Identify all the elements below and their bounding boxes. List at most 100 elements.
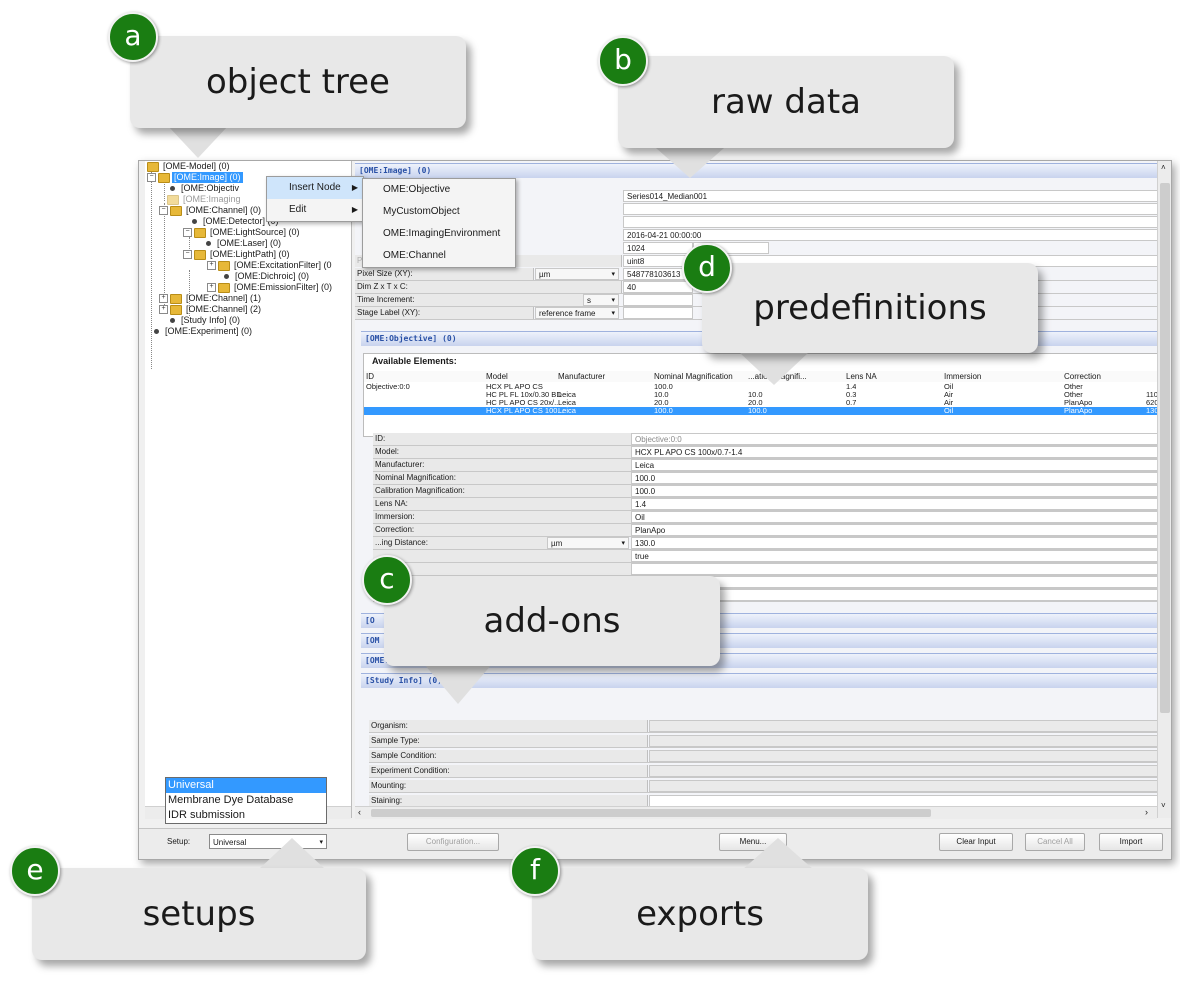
- leaf-bullet-icon: [224, 274, 229, 280]
- tree-node-objective[interactable]: [OME:Objectiv: [167, 183, 241, 194]
- submenu-item-objective[interactable]: OME:Objective: [363, 179, 515, 201]
- callout-pointer: [168, 126, 228, 158]
- tree-node-ome-model[interactable]: [OME-Model] (0): [147, 161, 232, 172]
- tree-node-laser[interactable]: [OME:Laser] (0): [203, 238, 283, 249]
- expand-icon[interactable]: +: [159, 294, 168, 304]
- object-tree[interactable]: [OME-Model] (0) − [OME:Image] (0) [OME:Ob…: [145, 161, 352, 818]
- tree-node-emissionfilter[interactable]: + [OME:EmissionFilter] (0): [207, 282, 334, 293]
- callout-object-tree: object tree: [130, 36, 466, 128]
- field-value-correction[interactable]: PlanApo: [631, 524, 1165, 536]
- cell-manufacturer: Leica: [558, 391, 576, 399]
- scroll-down-icon[interactable]: ˅: [1161, 801, 1166, 810]
- image-section-header[interactable]: [OME:Image] (0): [355, 163, 1169, 178]
- cell-model: HCX PL APO CS 100...: [486, 407, 564, 415]
- col-header-immersion[interactable]: Immersion: [942, 371, 1063, 382]
- study-field-value[interactable]: [649, 735, 1165, 747]
- submenu-item-custom-object[interactable]: MyCustomObject: [363, 201, 515, 223]
- study-field-value[interactable]: [649, 720, 1165, 732]
- cancel-all-button[interactable]: Cancel All: [1025, 833, 1085, 851]
- tree-node-dichroic[interactable]: [OME:Dichroic] (0): [221, 271, 311, 282]
- study-field-value[interactable]: [649, 750, 1165, 762]
- scroll-right-icon[interactable]: ›: [1145, 807, 1148, 817]
- cell-nominal: 100.0: [654, 407, 673, 415]
- cell-id: Objective:0:0: [366, 383, 410, 391]
- working-distance-unit-select[interactable]: µm ▾: [547, 537, 629, 549]
- chevron-down-icon: ▾: [611, 271, 615, 278]
- scroll-left-icon[interactable]: ‹: [358, 807, 361, 817]
- field-value-lens-na[interactable]: 1.4: [631, 498, 1165, 510]
- setup-option-idr-submission[interactable]: IDR submission: [166, 808, 326, 823]
- col-header-model[interactable]: Model: [484, 371, 557, 382]
- setup-option-membrane-dye-database[interactable]: Membrane Dye Database: [166, 793, 326, 808]
- time-increment-unit-select[interactable]: s ▾: [583, 294, 619, 306]
- field-row: Nominal Magnification: 100.0: [373, 472, 1165, 485]
- tree-node-imaging[interactable]: [OME:Imaging: [167, 194, 243, 205]
- image-dim-value[interactable]: 1024: [623, 242, 693, 254]
- pixel-size-unit-select[interactable]: µm ▾: [535, 268, 619, 280]
- scrollbar-thumb[interactable]: [1160, 183, 1170, 713]
- collapse-icon[interactable]: −: [183, 250, 192, 260]
- tree-node-lightsource[interactable]: − [OME:LightSource] (0): [183, 227, 302, 238]
- scroll-up-icon[interactable]: ˄: [1161, 163, 1166, 172]
- tree-node-channel-2[interactable]: + [OME:Channel] (2): [159, 304, 263, 315]
- table-row[interactable]: HC PL FL 10x/0.30 BD Leica 10.0 10.0 0.3…: [364, 391, 1170, 399]
- table-row-selected[interactable]: HCX PL APO CS 100... Leica 100.0 100.0 O…: [364, 407, 1170, 415]
- image-name-value[interactable]: Series014_Median001: [623, 190, 1163, 202]
- field-value-empty[interactable]: [631, 563, 1165, 575]
- dim-zct-value[interactable]: 40: [623, 281, 693, 293]
- import-button[interactable]: Import: [1099, 833, 1163, 851]
- setup-option-universal[interactable]: Universal: [166, 778, 326, 793]
- study-field-value[interactable]: [649, 765, 1165, 777]
- stage-label-unit-select[interactable]: reference frame ▾: [535, 307, 619, 319]
- col-header-lens-na[interactable]: Lens NA: [844, 371, 943, 382]
- leaf-bullet-icon: [192, 219, 197, 225]
- field-value-manufacturer[interactable]: Leica: [631, 459, 1165, 471]
- image-empty-value[interactable]: [623, 203, 1163, 215]
- menu-item-edit[interactable]: Edit ▶: [267, 199, 363, 221]
- tree-node-excitationfilter[interactable]: + [OME:ExcitationFilter] (0: [207, 260, 334, 271]
- expand-icon[interactable]: +: [207, 261, 216, 271]
- submenu-item-channel[interactable]: OME:Channel: [363, 245, 515, 267]
- tree-node-channel-0[interactable]: − [OME:Channel] (0): [159, 205, 263, 216]
- collapse-icon[interactable]: −: [183, 228, 192, 238]
- tree-node-lightpath[interactable]: − [OME:LightPath] (0): [183, 249, 292, 260]
- col-header-id[interactable]: ID: [364, 371, 485, 382]
- configuration-button[interactable]: Configuration...: [407, 833, 499, 851]
- field-value-working-distance[interactable]: 130.0: [631, 537, 1165, 549]
- field-value-model[interactable]: HCX PL APO CS 100x/0.7-1.4: [631, 446, 1165, 458]
- clear-input-button[interactable]: Clear Input: [939, 833, 1013, 851]
- tree-node-study-info[interactable]: [Study Info] (0): [167, 315, 242, 326]
- collapse-icon[interactable]: −: [159, 206, 168, 216]
- study-field-value[interactable]: [649, 780, 1165, 792]
- scrollbar-thumb[interactable]: [371, 809, 931, 817]
- tree-node-experiment[interactable]: [OME:Experiment] (0): [151, 326, 254, 337]
- submenu-item-imaging-environment[interactable]: OME:ImagingEnvironment: [363, 223, 515, 245]
- callout-badge-d: d: [682, 243, 732, 293]
- col-header-manufacturer[interactable]: Manufacturer: [556, 371, 653, 382]
- cell-model: HC PL APO CS 20x/...: [486, 399, 561, 407]
- field-value-flag[interactable]: true: [631, 550, 1165, 562]
- table-row[interactable]: HC PL APO CS 20x/... Leica 20.0 20.0 0.7…: [364, 399, 1170, 407]
- field-value-calibration[interactable]: 100.0: [631, 485, 1165, 497]
- time-increment-value[interactable]: [623, 294, 693, 306]
- chevron-down-icon: ▾: [621, 540, 625, 547]
- col-header-correction[interactable]: Correction: [1062, 371, 1165, 382]
- expand-icon[interactable]: +: [159, 305, 168, 315]
- field-value-immersion[interactable]: Oil: [631, 511, 1165, 523]
- menu-item-insert-node[interactable]: Insert Node ▶: [267, 177, 363, 199]
- field-row: Lens NA: 1.4: [373, 498, 1165, 511]
- field-value-nominal[interactable]: 100.0: [631, 472, 1165, 484]
- main-vertical-scrollbar[interactable]: ˄ ˅: [1157, 161, 1171, 818]
- image-empty-value-2[interactable]: [623, 216, 1163, 228]
- expand-icon[interactable]: +: [207, 283, 216, 293]
- stage-label-value[interactable]: [623, 307, 693, 319]
- collapse-icon[interactable]: −: [147, 173, 156, 183]
- folder-icon: [218, 260, 230, 271]
- main-horizontal-scrollbar[interactable]: ‹ ›: [355, 806, 1157, 819]
- tree-node-ome-image[interactable]: − [OME:Image] (0): [147, 172, 243, 183]
- tree-node-channel-1[interactable]: + [OME:Channel] (1): [159, 293, 263, 304]
- field-value-id[interactable]: Objective:0:0: [631, 433, 1165, 445]
- image-date-value[interactable]: 2016-04-21 00:00:00: [623, 229, 1163, 241]
- col-header-nominal-magnification[interactable]: Nominal Magnification: [652, 371, 747, 382]
- setup-dropdown-list[interactable]: Universal Membrane Dye Database IDR subm…: [165, 777, 327, 824]
